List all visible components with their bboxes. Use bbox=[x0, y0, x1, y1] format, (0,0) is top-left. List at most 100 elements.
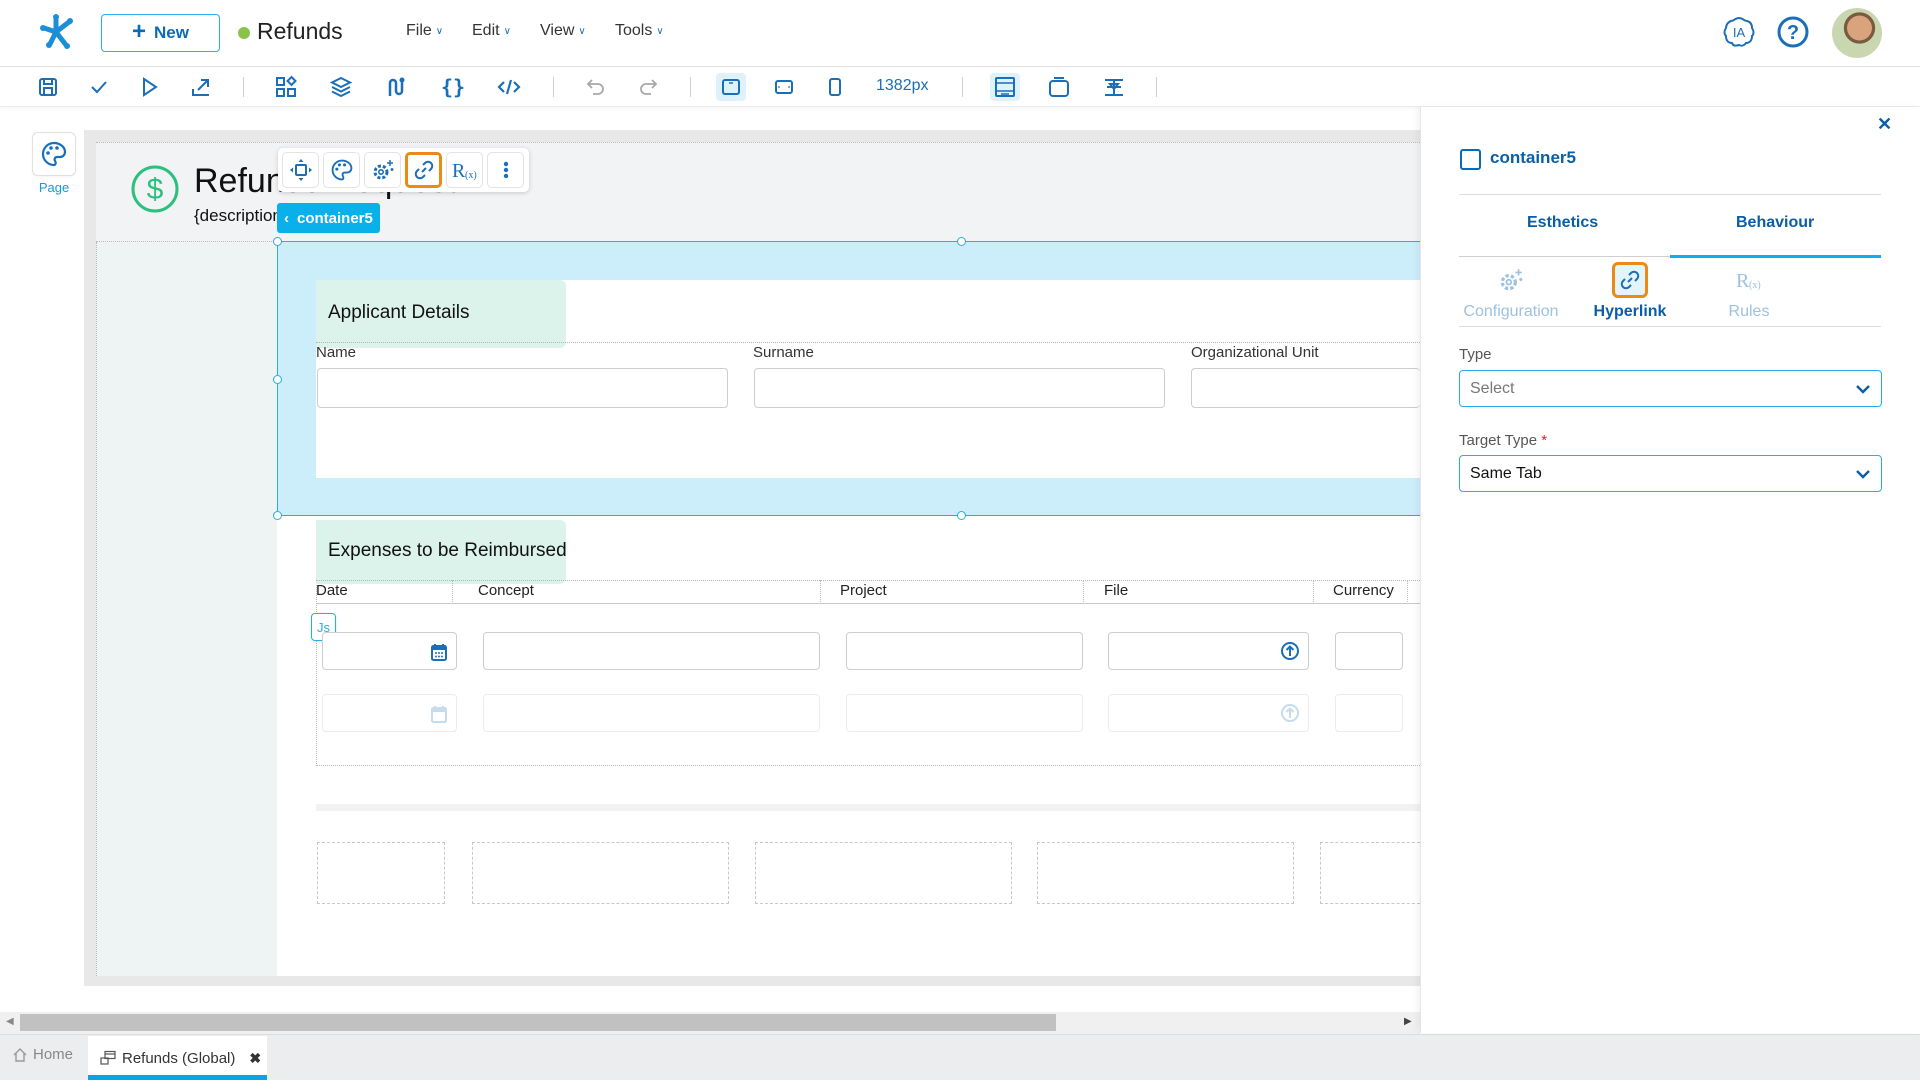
chevron-down-icon bbox=[1856, 470, 1870, 479]
subtab-hyperlink[interactable]: Hyperlink bbox=[1575, 262, 1685, 321]
empty-cell[interactable] bbox=[472, 842, 729, 904]
surname-input[interactable] bbox=[754, 368, 1165, 408]
publish-icon[interactable] bbox=[186, 73, 216, 101]
type-select[interactable]: Select bbox=[1459, 370, 1882, 407]
new-button-label: New bbox=[154, 23, 189, 42]
undo-icon[interactable] bbox=[581, 73, 611, 101]
applicant-section-title: Applicant Details bbox=[328, 302, 470, 323]
move-icon[interactable] bbox=[282, 152, 319, 188]
tab-refunds-global[interactable]: Refunds (Global) ✖ bbox=[88, 1036, 267, 1080]
subtab-rules[interactable]: R (x) Rules bbox=[1694, 262, 1804, 321]
page-description: {description} bbox=[194, 206, 288, 225]
palette-icon[interactable] bbox=[323, 152, 360, 188]
date-input[interactable] bbox=[322, 632, 457, 670]
column-separator bbox=[1407, 580, 1408, 602]
empty-cell[interactable] bbox=[1320, 842, 1420, 904]
components-icon[interactable] bbox=[271, 73, 301, 101]
project-input[interactable] bbox=[846, 632, 1083, 670]
redo-icon[interactable] bbox=[633, 73, 663, 101]
close-icon[interactable]: ✕ bbox=[1877, 114, 1892, 135]
currency-input[interactable] bbox=[1335, 632, 1403, 670]
resize-handle[interactable] bbox=[273, 511, 282, 520]
braces-icon[interactable]: {} bbox=[438, 73, 468, 101]
top-header: + New Refunds File ∨ Edit ∨ View ∨ Tools ∨ I… bbox=[0, 0, 1920, 67]
code-icon[interactable] bbox=[494, 73, 524, 101]
help-icon[interactable]: ? bbox=[1776, 15, 1810, 49]
divider bbox=[1459, 194, 1881, 195]
align-icon[interactable] bbox=[1099, 73, 1129, 101]
subtab-configuration[interactable]: Configuration bbox=[1456, 262, 1566, 321]
empty-cell[interactable] bbox=[755, 842, 1012, 904]
name-input[interactable] bbox=[317, 368, 728, 408]
ia-assistant-icon[interactable]: IA bbox=[1722, 15, 1756, 49]
layout-icon[interactable] bbox=[990, 73, 1020, 101]
chevron-left-icon: ‹ bbox=[284, 209, 289, 227]
play-icon[interactable] bbox=[134, 73, 164, 101]
active-tab-indicator bbox=[88, 1075, 267, 1080]
subtab-label: Hyperlink bbox=[1593, 303, 1667, 320]
scroll-left-arrow-icon[interactable]: ◀ bbox=[6, 1016, 14, 1027]
menu-file[interactable]: File ∨ bbox=[406, 22, 443, 40]
org-unit-label: Organizational Unit bbox=[1191, 344, 1319, 361]
desktop-view-icon[interactable] bbox=[716, 73, 746, 101]
component-toolbar: R (x) bbox=[278, 148, 529, 192]
flow-icon[interactable] bbox=[381, 73, 411, 101]
type-select-value: Select bbox=[1470, 379, 1515, 397]
tab-home[interactable]: Home bbox=[12, 1046, 73, 1063]
container-icon[interactable] bbox=[1044, 73, 1074, 101]
close-tab-icon[interactable]: ✖ bbox=[249, 1050, 261, 1067]
svg-text:(x): (x) bbox=[465, 170, 477, 181]
resize-handle[interactable] bbox=[957, 237, 966, 246]
tab-behaviour[interactable]: Behaviour bbox=[1736, 214, 1814, 232]
column-header-project: Project bbox=[840, 582, 887, 599]
header-underline bbox=[316, 603, 1420, 604]
project-input[interactable] bbox=[846, 694, 1083, 732]
left-column[interactable] bbox=[96, 242, 277, 976]
layers-icon[interactable] bbox=[326, 73, 356, 101]
menu-edit[interactable]: Edit ∨ bbox=[472, 22, 511, 40]
org-unit-input[interactable] bbox=[1191, 368, 1420, 408]
empty-cell[interactable] bbox=[1037, 842, 1294, 904]
chip-label: container5 bbox=[297, 209, 373, 227]
resize-handle[interactable] bbox=[957, 511, 966, 520]
subtab-label: Configuration bbox=[1463, 303, 1559, 320]
menu-label: File bbox=[406, 22, 432, 39]
mobile-view-icon[interactable] bbox=[820, 73, 850, 101]
concept-input[interactable] bbox=[483, 632, 820, 670]
check-icon[interactable] bbox=[84, 73, 114, 101]
page-properties-button[interactable] bbox=[32, 132, 76, 176]
chevron-down-icon: ∨ bbox=[656, 25, 664, 37]
scroll-right-arrow-icon[interactable]: ▶ bbox=[1404, 1016, 1412, 1027]
svg-text:R: R bbox=[452, 160, 466, 182]
rules-icon[interactable]: R (x) bbox=[446, 152, 483, 188]
empty-cell[interactable] bbox=[317, 842, 445, 904]
save-icon[interactable] bbox=[33, 73, 63, 101]
menu-view[interactable]: View ∨ bbox=[540, 22, 586, 40]
active-tab-indicator bbox=[1670, 255, 1881, 258]
user-avatar[interactable] bbox=[1832, 8, 1882, 58]
canvas-width-label[interactable]: 1382px bbox=[876, 77, 929, 95]
menu-tools[interactable]: Tools ∨ bbox=[615, 22, 664, 40]
tab-esthetics[interactable]: Esthetics bbox=[1527, 214, 1598, 232]
app-logo-icon[interactable] bbox=[36, 12, 76, 52]
resize-handle[interactable] bbox=[273, 237, 282, 246]
upload-icon bbox=[1281, 642, 1299, 660]
column-separator bbox=[452, 580, 453, 602]
date-input[interactable] bbox=[322, 694, 457, 732]
currency-input[interactable] bbox=[1335, 694, 1403, 732]
concept-input[interactable] bbox=[483, 694, 820, 732]
scrollbar-thumb[interactable] bbox=[20, 1014, 1056, 1031]
new-button[interactable]: + New bbox=[101, 14, 220, 52]
tablet-view-icon[interactable] bbox=[769, 73, 799, 101]
name-label: Name bbox=[316, 344, 357, 361]
selected-component-chip[interactable]: ‹ container5 bbox=[277, 203, 380, 233]
chevron-down-icon: ∨ bbox=[503, 25, 511, 37]
target-type-select[interactable]: Same Tab bbox=[1459, 455, 1882, 492]
link-icon[interactable] bbox=[405, 152, 442, 188]
resize-handle[interactable] bbox=[273, 375, 282, 384]
file-input[interactable] bbox=[1108, 694, 1309, 732]
chevron-down-icon: ∨ bbox=[435, 25, 444, 37]
more-icon[interactable] bbox=[487, 152, 524, 188]
file-input[interactable] bbox=[1108, 632, 1309, 670]
config-icon[interactable] bbox=[364, 152, 401, 188]
